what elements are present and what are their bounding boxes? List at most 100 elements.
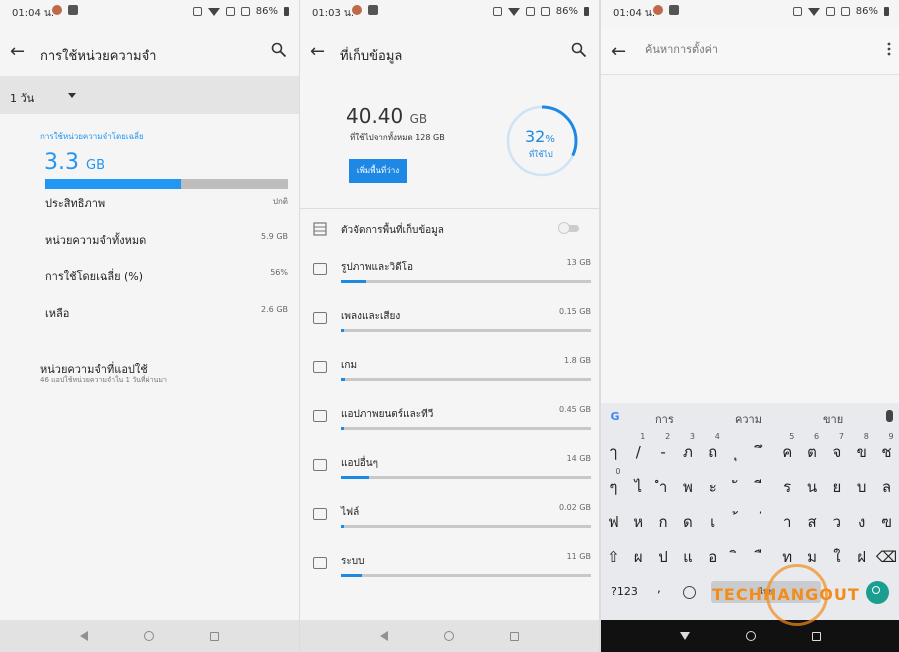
- storage-manager-toggle[interactable]: [558, 222, 579, 234]
- category-name: ระบบ: [341, 556, 365, 567]
- category-bar-fill: [341, 280, 366, 283]
- no-sim-icon: [240, 7, 250, 16]
- storage-category-row[interactable]: เพลงและเสียง 0.15 GB: [300, 304, 599, 344]
- key-row: ⇧ผปแอิืทมใฝ⌫: [601, 540, 899, 574]
- microphone-icon[interactable]: [886, 410, 893, 422]
- key[interactable]: ้: [725, 505, 750, 539]
- key[interactable]: ฃ: [874, 505, 899, 539]
- key[interactable]: ถ4: [700, 432, 725, 469]
- key[interactable]: บ: [849, 470, 874, 504]
- storage-category-row[interactable]: เกม 1.8 GB: [300, 353, 599, 393]
- key[interactable]: ป: [651, 540, 676, 574]
- home-nav-icon[interactable]: [745, 631, 756, 641]
- key[interactable]: ใ: [824, 540, 849, 574]
- key[interactable]: ไ: [626, 470, 651, 504]
- shift-key[interactable]: ⇧: [601, 540, 626, 574]
- suggestion-item[interactable]: ความ: [735, 410, 762, 428]
- search-icon[interactable]: [571, 42, 587, 58]
- recents-nav-icon[interactable]: [811, 631, 821, 641]
- period-dropdown[interactable]: 1 วัน: [0, 76, 299, 114]
- key[interactable]: ร: [775, 470, 800, 504]
- recents-nav-icon[interactable]: [510, 631, 519, 641]
- suggestion-item[interactable]: ขาย: [823, 410, 843, 428]
- key[interactable]: ี: [750, 470, 775, 504]
- storage-category-row[interactable]: ไฟล์ 0.02 GB: [300, 500, 599, 540]
- key[interactable]: ุ: [725, 435, 750, 469]
- back-nav-icon[interactable]: [80, 631, 88, 641]
- storage-manager-row[interactable]: ตัวจัดการพื้นที่เก็บข้อมูล: [300, 215, 599, 245]
- category-bar: [341, 574, 591, 577]
- category-bar: [341, 476, 591, 479]
- remaining-row[interactable]: เหลือ 2.6 GB: [45, 304, 288, 322]
- key[interactable]: ผ: [626, 540, 651, 574]
- storage-category-row[interactable]: รูปภาพและวิดีโอ 13 GB: [300, 255, 599, 295]
- recents-nav-icon[interactable]: [210, 631, 219, 641]
- apps-memory-subtitle: 46 แอปใช้หน่วยความจำใน 1 วันที่ผ่านมา: [40, 376, 167, 384]
- key[interactable]: อ: [700, 540, 725, 574]
- no-sim-icon: [825, 7, 835, 16]
- status-bar: 01:04 น. 86%: [601, 0, 899, 24]
- key[interactable]: ล: [874, 470, 899, 504]
- hide-keyboard-icon[interactable]: [679, 632, 690, 640]
- comma-key[interactable]: ,: [657, 581, 661, 595]
- back-arrow-icon[interactable]: ←: [611, 43, 626, 61]
- performance-row[interactable]: ประสิทธิภาพ ปกติ: [45, 194, 288, 212]
- key[interactable]: ภ3: [675, 432, 700, 469]
- key[interactable]: ๅ: [601, 435, 626, 469]
- avg-percent-row[interactable]: การใช้โดยเฉลี่ย (%) 56%: [45, 267, 288, 285]
- settings-search-input[interactable]: [645, 38, 845, 60]
- key[interactable]: ั: [725, 470, 750, 504]
- globe-icon[interactable]: [683, 586, 696, 599]
- back-nav-icon[interactable]: [380, 631, 388, 641]
- key[interactable]: น: [800, 470, 825, 504]
- key[interactable]: ว: [824, 505, 849, 539]
- key[interactable]: ค5: [775, 432, 800, 469]
- key[interactable]: ย: [824, 470, 849, 504]
- key[interactable]: เ: [700, 505, 725, 539]
- key[interactable]: -2: [651, 432, 676, 469]
- free-up-space-button[interactable]: เพิ่มพื้นที่ว่าง: [349, 159, 407, 183]
- search-enter-key[interactable]: [866, 581, 889, 604]
- key[interactable]: ิ: [725, 540, 750, 574]
- key[interactable]: ำ: [651, 470, 676, 504]
- category-bar: [341, 329, 591, 332]
- key[interactable]: ฟ: [601, 505, 626, 539]
- key[interactable]: ช9: [874, 432, 899, 469]
- storage-category-row[interactable]: แอปภาพยนตร์และทีวี 0.45 GB: [300, 402, 599, 442]
- more-options-icon[interactable]: [887, 42, 891, 56]
- storage-category-row[interactable]: แอปอื่นๆ 14 GB: [300, 451, 599, 491]
- back-arrow-icon[interactable]: ←: [310, 43, 325, 61]
- back-arrow-icon[interactable]: ←: [10, 43, 25, 61]
- key[interactable]: า: [775, 505, 800, 539]
- total-memory-row[interactable]: หน่วยความจำทั้งหมด 5.9 GB: [45, 231, 288, 249]
- symbols-key[interactable]: ?123: [611, 585, 638, 598]
- key[interactable]: ง: [849, 505, 874, 539]
- nav-bar: [0, 620, 299, 652]
- key[interactable]: ห: [626, 505, 651, 539]
- backspace-key[interactable]: ⌫: [874, 540, 899, 574]
- google-g-icon[interactable]: G: [608, 410, 622, 424]
- key[interactable]: ื: [750, 540, 775, 574]
- key[interactable]: ต6: [800, 432, 825, 469]
- storage-category-row[interactable]: ระบบ 11 GB: [300, 549, 599, 589]
- key[interactable]: แ: [675, 540, 700, 574]
- key[interactable]: ่: [750, 505, 775, 539]
- key[interactable]: ฝ: [849, 540, 874, 574]
- key[interactable]: ึ: [750, 435, 775, 469]
- key[interactable]: ก: [651, 505, 676, 539]
- home-nav-icon[interactable]: [444, 631, 454, 641]
- key[interactable]: จ7: [824, 432, 849, 469]
- key[interactable]: ะ: [700, 470, 725, 504]
- key[interactable]: พ: [675, 470, 700, 504]
- key[interactable]: ข8: [849, 432, 874, 469]
- key[interactable]: ส: [800, 505, 825, 539]
- used-of-total: ที่ใช้ไปจากทั้งหมด 128 GB: [350, 133, 445, 142]
- suggestion-item[interactable]: การ: [655, 410, 674, 428]
- home-nav-icon[interactable]: [144, 631, 154, 641]
- key[interactable]: ๆ0: [601, 467, 626, 504]
- battery-icon: [284, 7, 289, 16]
- key[interactable]: ด: [675, 505, 700, 539]
- search-icon[interactable]: [271, 42, 287, 58]
- search-icon: [872, 586, 880, 594]
- key[interactable]: /1: [626, 432, 651, 469]
